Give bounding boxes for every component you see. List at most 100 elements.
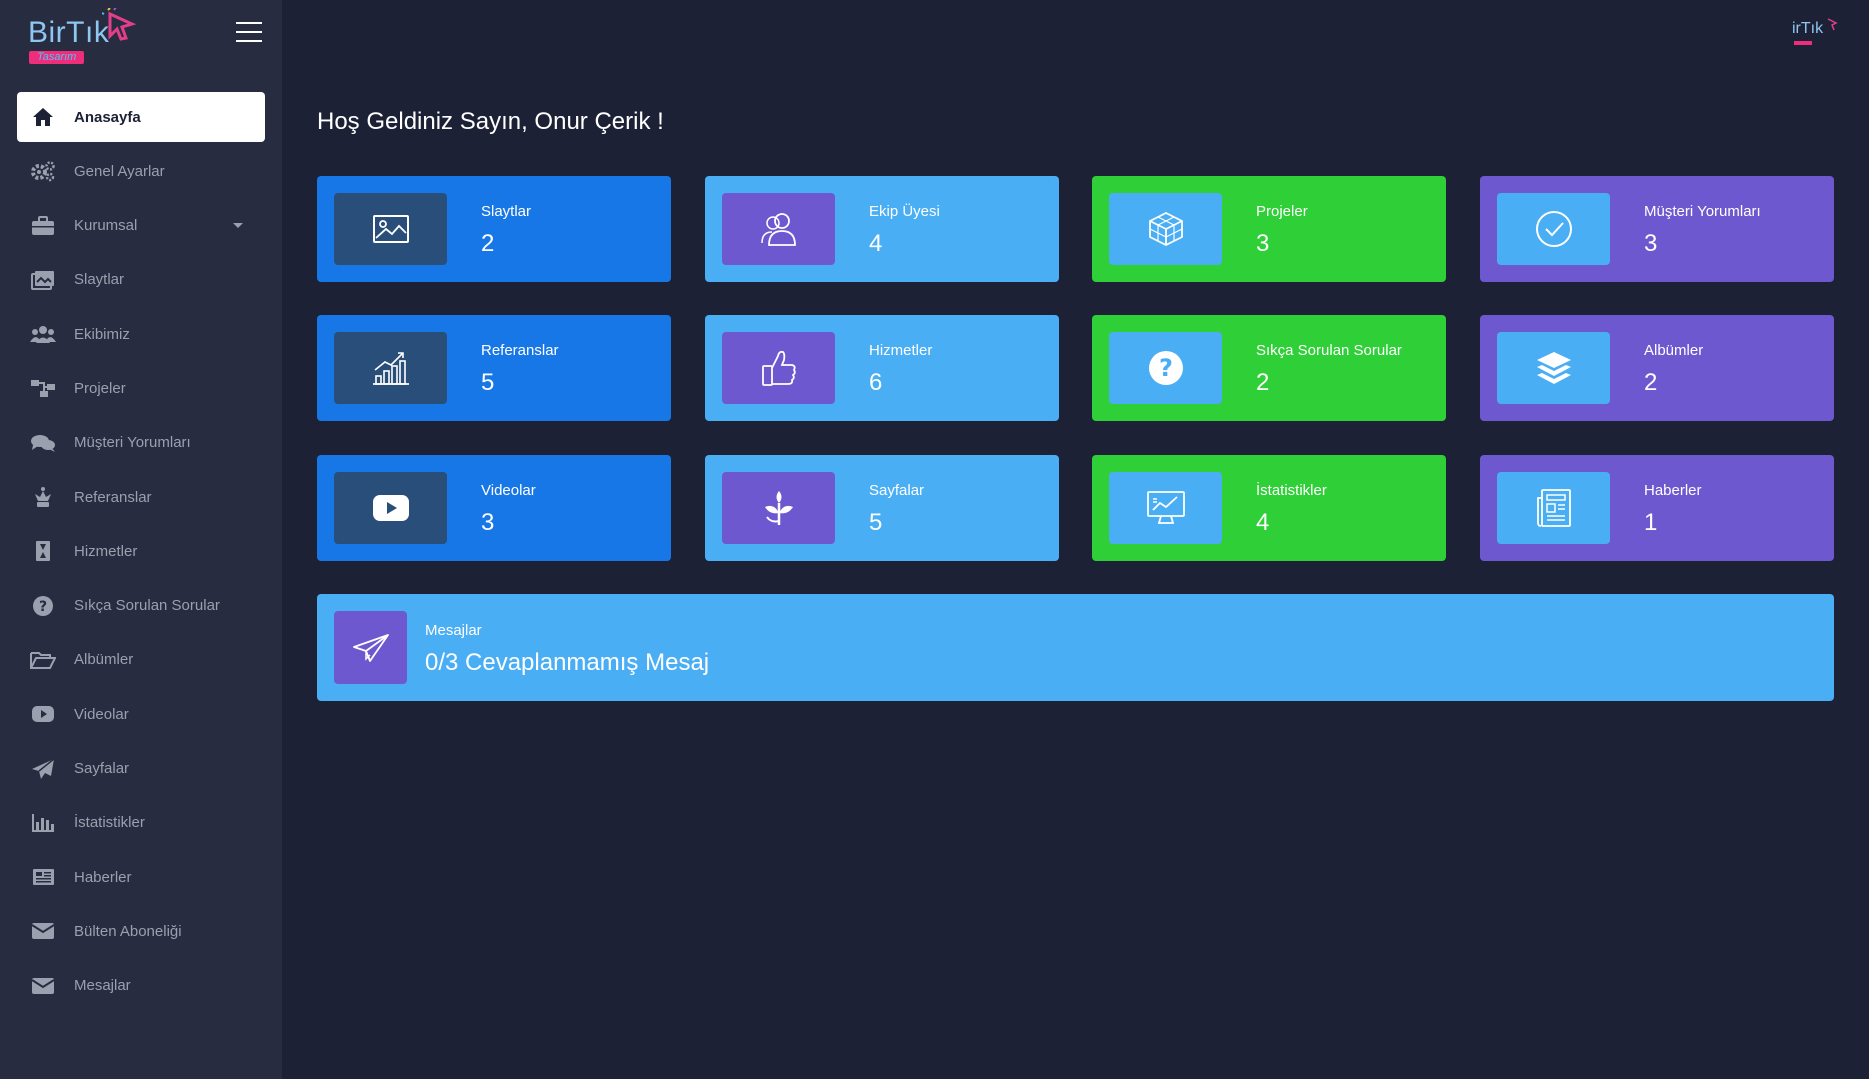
youtube-icon — [30, 703, 56, 725]
sidebar-item-label: Hizmetler — [74, 542, 138, 560]
small-brand-bar — [1794, 41, 1812, 45]
card-slaytlar[interactable]: Slaytlar 2 — [317, 176, 671, 282]
card-title: Referanslar — [481, 342, 559, 359]
monitor-chart-icon — [1109, 472, 1222, 544]
cursor-icon — [1827, 18, 1838, 31]
sidebar-item-ekibimiz[interactable]: Ekibimiz — [17, 309, 265, 359]
brand-logo[interactable]: BirTık Tasarım — [26, 6, 151, 66]
newspaper-icon — [1497, 472, 1610, 544]
card-title: Haberler — [1644, 482, 1702, 499]
leaf-icon — [722, 472, 835, 544]
sidebar-item-musteri-yorumlari[interactable]: Müşteri Yorumları — [17, 418, 265, 468]
card-title: Videolar — [481, 482, 536, 499]
svg-text:?: ? — [39, 599, 47, 615]
check-circle-icon — [1497, 193, 1610, 265]
card-sayfalar[interactable]: Sayfalar 5 — [705, 455, 1059, 561]
sidebar-item-anasayfa[interactable]: Anasayfa — [17, 92, 265, 142]
comments-icon — [30, 432, 56, 454]
card-hizmetler[interactable]: Hizmetler 6 — [705, 315, 1059, 421]
user-avatar-logo[interactable]: irTık — [1788, 14, 1838, 54]
card-count: 6 — [869, 369, 883, 396]
card-count: 5 — [481, 369, 495, 396]
sidebar-item-label: Kurumsal — [74, 217, 138, 235]
sidebar-item-label: Sayfalar — [74, 760, 130, 778]
card-haberler[interactable]: Haberler 1 — [1480, 455, 1834, 561]
sidebar-item-mesajlar[interactable]: Mesajlar — [17, 961, 265, 1011]
sidebar-item-label: Genel Ayarlar — [74, 162, 165, 180]
home-icon — [30, 106, 56, 128]
sidebar-item-label: Müşteri Yorumları — [74, 434, 191, 452]
hamburger-line — [236, 40, 262, 42]
growth-chart-icon — [334, 332, 447, 404]
card-count: 2 — [1256, 369, 1270, 396]
sidebar-item-label: Videolar — [74, 705, 129, 723]
sidebar-item-albumler[interactable]: Albümler — [17, 635, 265, 685]
card-count: 3 — [481, 509, 495, 536]
card-videolar[interactable]: Videolar 3 — [317, 455, 671, 561]
sidebar-item-projeler[interactable]: Projeler — [17, 363, 265, 413]
sidebar: BirTık Tasarım Anasayfa Genel Ayarlar Ku… — [0, 0, 282, 1079]
hamburger-line — [236, 22, 262, 24]
card-count: 3 — [1644, 230, 1658, 257]
card-albumler[interactable]: Albümler 2 — [1480, 315, 1834, 421]
sidebar-item-haberler[interactable]: Haberler — [17, 852, 265, 902]
sidebar-item-label: Ekibimiz — [74, 325, 130, 343]
card-count: 2 — [481, 230, 495, 257]
card-count: 4 — [869, 230, 883, 257]
small-brand-text: irTık — [1792, 20, 1824, 37]
hourglass-icon — [30, 540, 56, 562]
card-title: Albümler — [1644, 342, 1704, 359]
images-icon — [30, 269, 56, 291]
users-icon — [30, 323, 56, 345]
sidebar-item-genel-ayarlar[interactable]: Genel Ayarlar — [17, 146, 265, 196]
card-title: Sıkça Sorulan Sorular — [1256, 342, 1402, 359]
sidebar-item-kurumsal[interactable]: Kurumsal — [17, 201, 265, 251]
card-title: Müşteri Yorumları — [1644, 203, 1761, 220]
newspaper-icon — [30, 866, 56, 888]
sidebar-item-label: Albümler — [74, 651, 134, 669]
card-projeler[interactable]: Projeler 3 — [1092, 176, 1446, 282]
youtube-icon — [334, 472, 447, 544]
unanswered-messages-count: 0/3 Cevaplanmamış Mesaj — [425, 649, 710, 676]
briefcase-icon — [30, 215, 56, 237]
sidebar-item-videolar[interactable]: Videolar — [17, 689, 265, 739]
card-count: 1 — [1644, 509, 1658, 536]
sidebar-item-label: Mesajlar — [74, 977, 131, 995]
card-count: 5 — [869, 509, 883, 536]
sidebar-item-label: Slaytlar — [74, 271, 125, 289]
card-title: Slaytlar — [481, 203, 532, 220]
card-count: 2 — [1644, 369, 1658, 396]
sidebar-item-istatistikler[interactable]: İstatistikler — [17, 798, 265, 848]
envelope-icon — [30, 975, 56, 997]
chevron-down-icon — [233, 222, 243, 228]
hamburger-line — [236, 31, 262, 33]
card-title: Hizmetler — [869, 342, 933, 359]
sidebar-item-sss[interactable]: ? Sıkça Sorulan Sorular — [17, 581, 265, 631]
sidebar-item-label: Projeler — [74, 379, 126, 397]
sidebar-item-slaytlar[interactable]: Slaytlar — [17, 255, 265, 305]
layers-icon — [1497, 332, 1610, 404]
card-referanslar[interactable]: Referanslar 5 — [317, 315, 671, 421]
card-musteri-yorumlari[interactable]: Müşteri Yorumları 3 — [1480, 176, 1834, 282]
cogs-icon — [30, 160, 56, 182]
sidebar-item-referanslar[interactable]: Referanslar — [17, 472, 265, 522]
menu-toggle-button[interactable] — [236, 22, 262, 44]
chess-queen-icon — [30, 486, 56, 508]
sidebar-item-bulten-aboneligi[interactable]: Bülten Aboneliği — [17, 906, 265, 956]
brand-area: BirTık Tasarım — [0, 0, 282, 70]
card-ekip-uyesi[interactable]: Ekip Üyesi 4 — [705, 176, 1059, 282]
sidebar-item-hizmetler[interactable]: Hizmetler — [17, 526, 265, 576]
sidebar-item-label: Sıkça Sorulan Sorular — [74, 597, 220, 615]
sidebar-item-label: Bülten Aboneliği — [74, 922, 182, 940]
card-sss[interactable]: ? Sıkça Sorulan Sorular 2 — [1092, 315, 1446, 421]
sidebar-item-sayfalar[interactable]: Sayfalar — [17, 744, 265, 794]
sidebar-item-label: Haberler — [74, 868, 132, 886]
question-circle-icon: ? — [30, 595, 56, 617]
card-istatistikler[interactable]: İstatistikler 4 — [1092, 455, 1446, 561]
image-icon — [334, 193, 447, 265]
card-mesajlar[interactable]: Mesajlar 0/3 Cevaplanmamış Mesaj — [317, 594, 1834, 701]
svg-text:?: ? — [1159, 354, 1173, 382]
page-title: Hoş Geldiniz Sayın, Onur Çerik ! — [317, 108, 664, 135]
folder-open-icon — [30, 649, 56, 671]
card-title: İstatistikler — [1256, 482, 1327, 499]
